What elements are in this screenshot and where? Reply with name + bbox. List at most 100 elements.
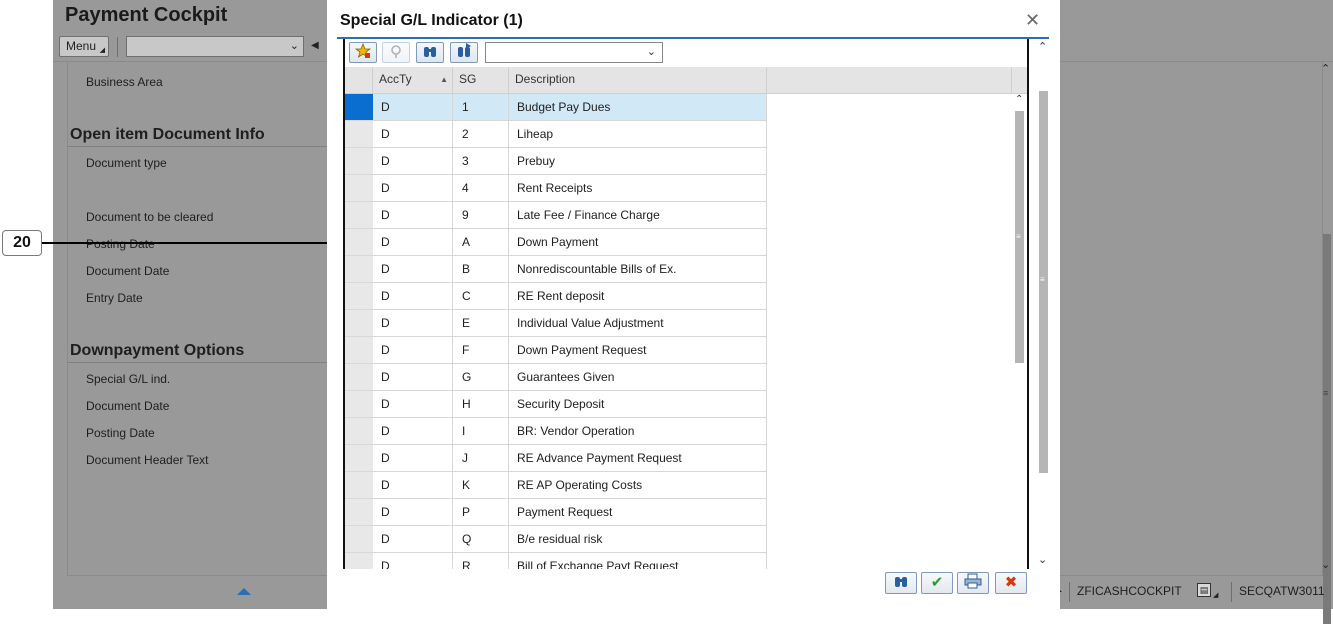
cell-description: Budget Pay Dues xyxy=(509,94,767,121)
help-icon xyxy=(391,45,401,58)
row-selector[interactable] xyxy=(345,364,373,391)
find-next-button[interactable] xyxy=(450,42,478,63)
grip-icon: ≡ xyxy=(1323,388,1329,398)
cell-sg: 3 xyxy=(453,148,509,175)
row-selector[interactable] xyxy=(345,256,373,283)
row-selector[interactable] xyxy=(345,553,373,569)
scroll-down-icon[interactable]: ⌄ xyxy=(1038,553,1047,566)
table-row[interactable]: D I BR: Vendor Operation xyxy=(345,418,1015,445)
system-id: SECQATW3011 xyxy=(1239,584,1325,598)
table-row[interactable]: D K RE AP Operating Costs xyxy=(345,472,1015,499)
special-gl-dialog: Special G/L Indicator (1) ✕ ⌄ AccTy ▲ SG… xyxy=(327,0,1060,609)
select-all-cell[interactable] xyxy=(345,67,373,94)
row-selector[interactable] xyxy=(345,148,373,175)
cell-sg: 4 xyxy=(453,175,509,202)
cell-description: Nonrediscountable Bills of Ex. xyxy=(509,256,767,283)
table-row[interactable]: D 4 Rent Receipts xyxy=(345,175,1015,202)
field-label: Posting Date xyxy=(86,426,155,440)
left-arrow-icon[interactable]: ◀ xyxy=(311,40,319,51)
scroll-down-icon[interactable]: ⌄ xyxy=(1321,558,1330,571)
cell-sg: Q xyxy=(453,526,509,553)
row-selector[interactable] xyxy=(345,499,373,526)
command-field[interactable]: ⌄ xyxy=(126,36,304,57)
cell-description: Individual Value Adjustment xyxy=(509,310,767,337)
table-row[interactable]: D P Payment Request xyxy=(345,499,1015,526)
layout-variant-select[interactable]: ⌄ xyxy=(485,42,663,63)
table-row[interactable]: D 1 Budget Pay Dues xyxy=(345,94,1015,121)
cell-sg: B xyxy=(453,256,509,283)
cell-description: RE Rent deposit xyxy=(509,283,767,310)
scroll-up-icon[interactable]: ⌃ xyxy=(1015,94,1023,105)
row-selector[interactable] xyxy=(345,310,373,337)
confirm-button[interactable]: ✔ xyxy=(921,572,953,594)
help-button[interactable] xyxy=(382,42,410,63)
row-selector[interactable] xyxy=(345,283,373,310)
system-info-icon[interactable]: ▤ xyxy=(1197,583,1211,597)
cell-accty: D xyxy=(373,472,453,499)
business-area-label: Business Area xyxy=(86,75,163,89)
column-header-description[interactable]: Description xyxy=(509,67,767,94)
table-row[interactable]: D G Guarantees Given xyxy=(345,364,1015,391)
cancel-button[interactable]: ✖ xyxy=(995,572,1027,594)
value-list-grid: ⌄ AccTy ▲ SG Description D 1 Budget Pay Du… xyxy=(343,39,1029,569)
row-selector[interactable] xyxy=(345,202,373,229)
find-button[interactable] xyxy=(885,572,917,594)
dialog-scrollbar[interactable]: ⌃ ≡ ⌄ xyxy=(1035,39,1051,569)
cell-accty: D xyxy=(373,283,453,310)
table-row[interactable]: D Q B/e residual risk xyxy=(345,526,1015,553)
row-selector[interactable] xyxy=(345,94,373,121)
column-header-label: SG xyxy=(459,72,477,86)
cell-description: Down Payment xyxy=(509,229,767,256)
dropdown-triangle-icon: ◢ xyxy=(99,47,105,54)
scroll-up-icon[interactable]: ⌃ xyxy=(1038,40,1047,53)
cell-description: Rent Receipts xyxy=(509,175,767,202)
table-row[interactable]: D E Individual Value Adjustment xyxy=(345,310,1015,337)
row-selector[interactable] xyxy=(345,472,373,499)
cell-sg: 9 xyxy=(453,202,509,229)
chevron-down-icon: ⌄ xyxy=(289,40,299,52)
row-selector[interactable] xyxy=(345,445,373,472)
cell-sg: 2 xyxy=(453,121,509,148)
table-row[interactable]: D A Down Payment xyxy=(345,229,1015,256)
collapse-up-icon[interactable] xyxy=(237,588,251,595)
table-row[interactable]: D R Bill of Exchange Payt Request xyxy=(345,553,1015,569)
find-button[interactable] xyxy=(416,42,444,63)
cell-accty: D xyxy=(373,391,453,418)
find-icon xyxy=(424,47,436,57)
table-row[interactable]: D B Nonrediscountable Bills of Ex. xyxy=(345,256,1015,283)
table-row[interactable]: D J RE Advance Payment Request xyxy=(345,445,1015,472)
page-scrollbar[interactable]: ⌃ ≡ ⌄ xyxy=(1321,62,1333,624)
menu-button[interactable]: Menu ◢ xyxy=(59,36,109,57)
grid-scrollbar[interactable]: ⌃ ≡ xyxy=(1012,94,1027,569)
column-header-sg[interactable]: SG xyxy=(453,67,509,94)
row-selector[interactable] xyxy=(345,121,373,148)
cell-accty: D xyxy=(373,229,453,256)
cell-accty: D xyxy=(373,553,453,569)
cell-accty: D xyxy=(373,445,453,472)
dropdown-triangle-icon: ◢ xyxy=(1213,592,1219,599)
dialog-title: Special G/L Indicator (1) xyxy=(340,12,523,29)
cell-accty: D xyxy=(373,364,453,391)
row-selector[interactable] xyxy=(345,526,373,553)
add-favorite-button[interactable] xyxy=(349,42,377,63)
cell-description: Guarantees Given xyxy=(509,364,767,391)
table-row[interactable]: D 2 Liheap xyxy=(345,121,1015,148)
field-label: Document type xyxy=(86,156,167,170)
table-row[interactable]: D C RE Rent deposit xyxy=(345,283,1015,310)
cell-description: RE Advance Payment Request xyxy=(509,445,767,472)
column-header-accty[interactable]: AccTy ▲ xyxy=(373,67,453,94)
cell-sg: F xyxy=(453,337,509,364)
row-selector[interactable] xyxy=(345,175,373,202)
print-button[interactable] xyxy=(957,572,989,594)
table-row[interactable]: D H Security Deposit xyxy=(345,391,1015,418)
table-row[interactable]: D F Down Payment Request xyxy=(345,337,1015,364)
close-icon[interactable]: ✕ xyxy=(1025,10,1040,31)
row-selector[interactable] xyxy=(345,418,373,445)
row-selector[interactable] xyxy=(345,229,373,256)
table-row[interactable]: D 9 Late Fee / Finance Charge xyxy=(345,202,1015,229)
row-selector[interactable] xyxy=(345,391,373,418)
scroll-up-icon[interactable]: ⌃ xyxy=(1321,62,1330,75)
row-selector[interactable] xyxy=(345,337,373,364)
table-row[interactable]: D 3 Prebuy xyxy=(345,148,1015,175)
chevron-down-icon: ⌄ xyxy=(646,46,656,58)
